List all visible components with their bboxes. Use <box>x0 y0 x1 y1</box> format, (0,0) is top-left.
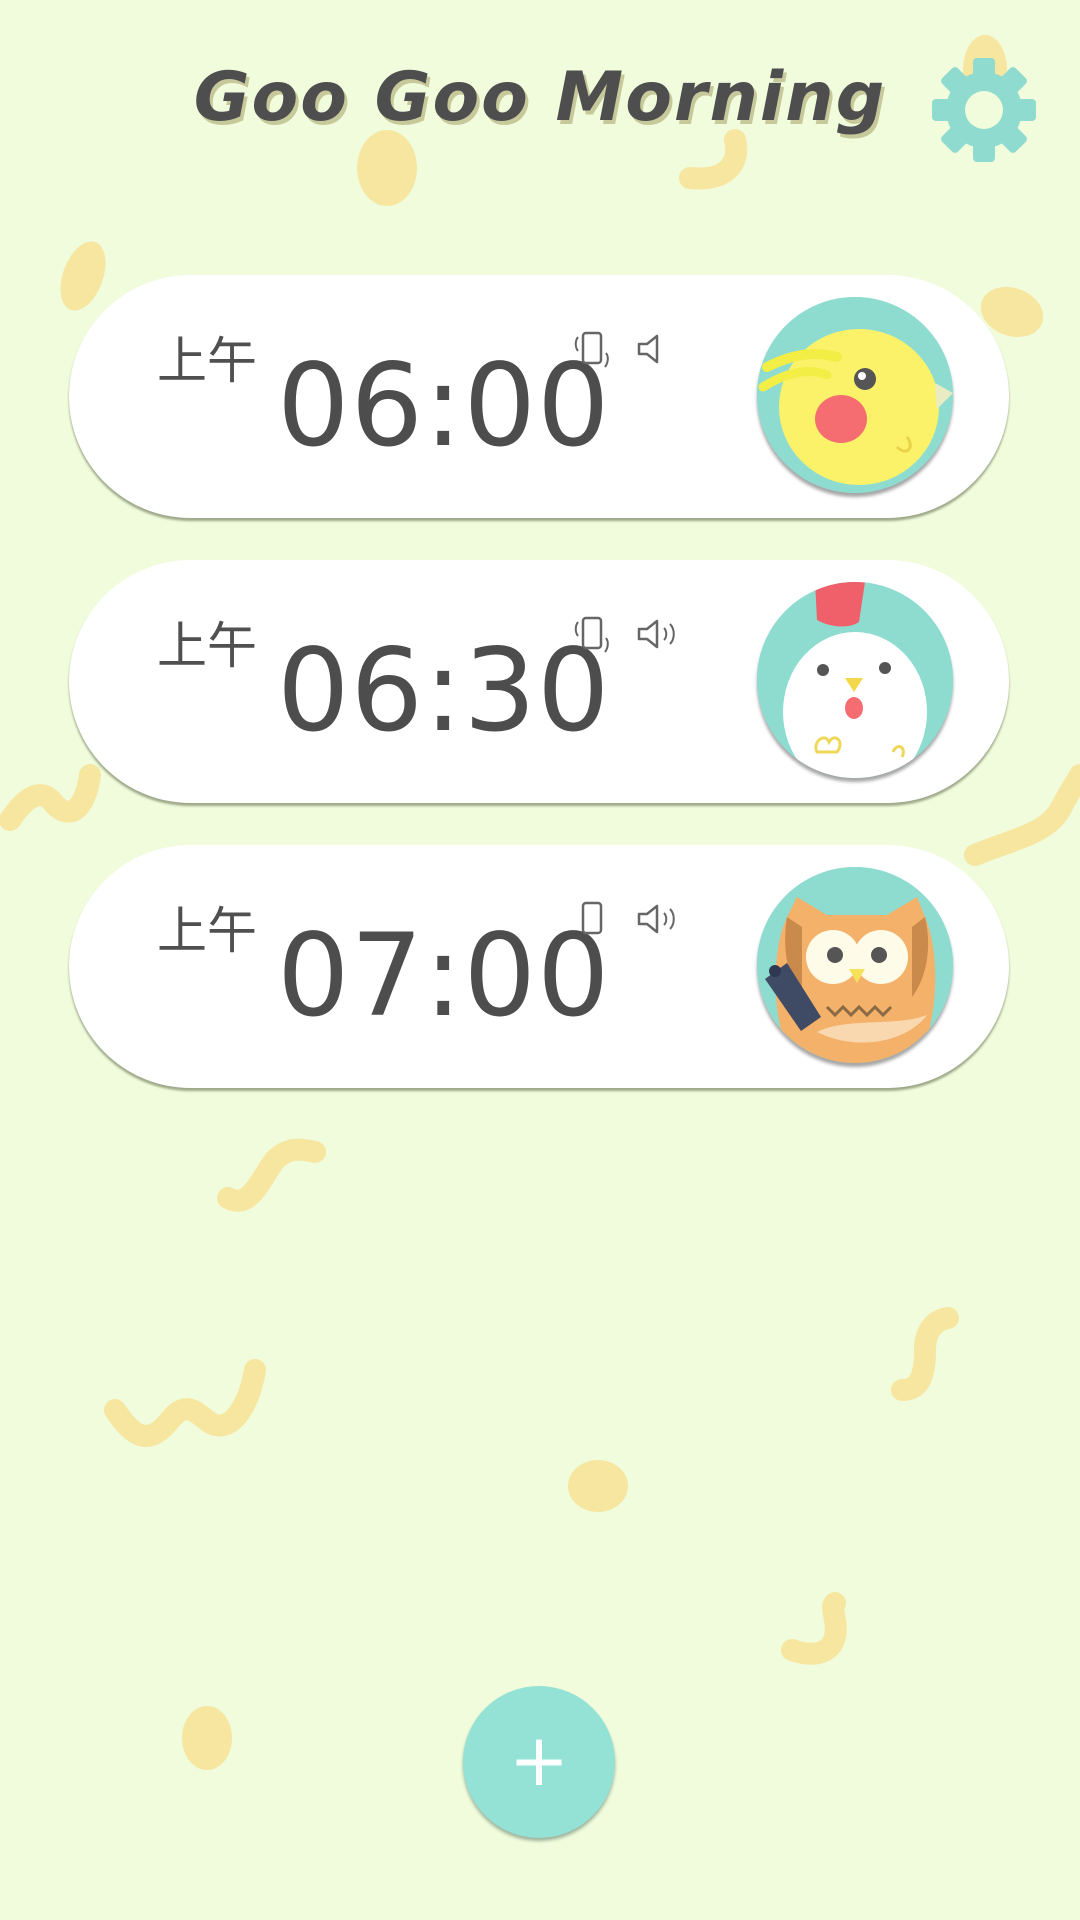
alarm-period: 上午 <box>157 332 257 390</box>
speaker-on-icon[interactable] <box>635 901 679 937</box>
speaker-muted-icon[interactable] <box>635 331 679 367</box>
alarm-card[interactable]: 上午 06:30 <box>69 560 1009 803</box>
alarm-time: 06:30 <box>277 624 611 757</box>
vibrate-icon[interactable] <box>573 612 613 656</box>
gear-icon <box>932 58 1036 162</box>
phone-icon[interactable] <box>573 897 613 941</box>
alarm-period: 上午 <box>157 617 257 675</box>
alarm-time: 06:00 <box>277 339 611 472</box>
alarm-card[interactable]: 上午 06:00 <box>69 275 1009 518</box>
speaker-on-icon[interactable] <box>635 616 679 652</box>
cockatiel-bird-avatar <box>757 297 953 493</box>
plus-icon: + <box>508 1718 570 1802</box>
add-alarm-button[interactable]: + <box>463 1686 615 1838</box>
alarm-card[interactable]: 上午 07:00 <box>69 845 1009 1088</box>
settings-button[interactable] <box>928 54 1040 166</box>
owl-avatar <box>757 867 953 1063</box>
vibrate-icon[interactable] <box>573 327 613 371</box>
rooster-avatar <box>757 582 953 778</box>
alarm-period: 上午 <box>157 902 257 960</box>
alarm-time: 07:00 <box>277 909 611 1042</box>
app-title: Goo Goo Morning <box>193 58 887 137</box>
